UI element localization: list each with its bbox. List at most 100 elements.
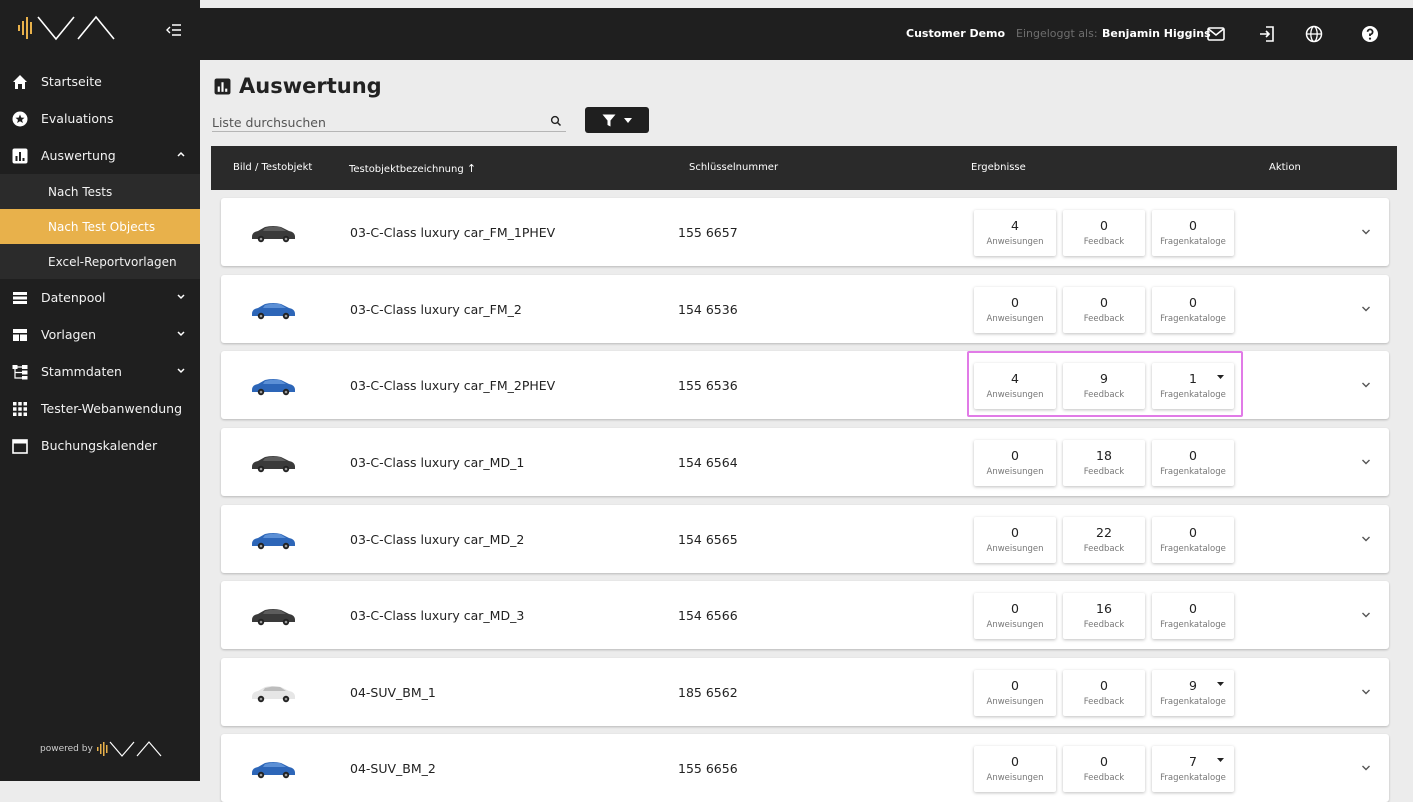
globe-icon[interactable] — [1304, 24, 1324, 44]
filter-button[interactable] — [585, 107, 649, 133]
catalogs-card[interactable]: 0 Fragenkataloge — [1152, 210, 1234, 256]
row-key: 185 6562 — [678, 685, 738, 700]
row-name: 03-C-Class luxury car_FM_2 — [350, 302, 522, 317]
sidebar-item-label: Startseite — [41, 74, 102, 89]
expand-chevron-icon[interactable] — [1361, 305, 1371, 313]
search-input[interactable] — [212, 113, 532, 132]
dropdown-caret-icon[interactable] — [1217, 682, 1224, 687]
instructions-card[interactable]: 0 Anweisungen — [974, 746, 1056, 792]
instructions-card[interactable]: 0 Anweisungen — [974, 287, 1056, 333]
feedback-card[interactable]: 0 Feedback — [1063, 210, 1145, 256]
car-thumbnail — [252, 456, 295, 473]
collapse-menu-icon[interactable] — [166, 22, 182, 38]
catalogs-count: 0 — [1189, 525, 1197, 540]
feedback-card[interactable]: 0 Feedback — [1063, 670, 1145, 716]
row-key: 154 6564 — [678, 455, 738, 470]
chevron-down-icon — [177, 331, 185, 337]
catalogs-count: 0 — [1189, 218, 1197, 233]
feedback-count: 0 — [1100, 295, 1108, 310]
column-name[interactable]: Testobjektbezeichnung ↑ — [349, 162, 476, 175]
sidebar-item-label: Auswertung — [41, 148, 116, 163]
sidebar-subitem-nach-tests[interactable]: Nach Tests — [0, 174, 200, 209]
table-row: 03-C-Class luxury car_MD_1 154 6564 0 Anw… — [221, 428, 1389, 496]
feedback-card[interactable]: 18 Feedback — [1063, 440, 1145, 486]
catalogs-card[interactable]: 0 Fragenkataloge — [1152, 517, 1234, 563]
instructions-count: 4 — [1011, 371, 1019, 386]
sidebar-item-evaluations[interactable]: Evaluations — [0, 100, 200, 137]
instructions-label: Anweisungen — [986, 544, 1044, 554]
table-header: Bild / Testobjekt Testobjektbezeichnung … — [211, 146, 1397, 190]
row-name: 03-C-Class luxury car_MD_1 — [350, 455, 525, 470]
logout-icon[interactable] — [1257, 24, 1277, 44]
sidebar-item-tester-webanwendung[interactable]: Tester-Webanwendung — [0, 390, 200, 427]
dropdown-caret-icon[interactable] — [1217, 758, 1224, 763]
user-name: Benjamin Higgins — [1102, 27, 1211, 40]
sidebar-item-vorlagen[interactable]: Vorlagen — [0, 316, 200, 353]
table-row: 03-C-Class luxury car_MD_2 154 6565 0 Anw… — [221, 505, 1389, 573]
expand-chevron-icon[interactable] — [1361, 228, 1371, 236]
sidebar-item-buchungskalender[interactable]: Buchungskalender — [0, 427, 200, 464]
sidebar-item-auswertung[interactable]: Auswertung — [0, 137, 200, 174]
sidebar-item-label: Buchungskalender — [41, 438, 158, 453]
sort-arrow-icon: ↑ — [466, 162, 477, 175]
chevron-up-icon — [177, 151, 185, 157]
instructions-label: Anweisungen — [986, 773, 1044, 783]
sidebar-item-datenpool[interactable]: Datenpool — [0, 279, 200, 316]
feedback-count: 9 — [1100, 371, 1108, 386]
home-icon — [13, 74, 27, 89]
instructions-card[interactable]: 0 Anweisungen — [974, 670, 1056, 716]
hierarchy-icon — [12, 364, 28, 379]
feedback-label: Feedback — [1083, 773, 1125, 783]
expand-chevron-icon[interactable] — [1361, 535, 1371, 543]
expand-chevron-icon[interactable] — [1361, 688, 1371, 696]
row-name: 04-SUV_BM_2 — [350, 761, 436, 776]
car-thumbnail — [252, 379, 295, 396]
car-thumbnail — [252, 303, 295, 320]
instructions-card[interactable]: 4 Anweisungen — [974, 210, 1056, 256]
feedback-count: 0 — [1100, 678, 1108, 693]
star-badge-icon — [12, 111, 28, 126]
expand-chevron-icon[interactable] — [1361, 381, 1371, 389]
catalogs-count: 0 — [1189, 448, 1197, 463]
feedback-count: 16 — [1096, 601, 1112, 616]
brand-logo-small — [96, 741, 162, 757]
car-thumbnail — [252, 762, 295, 779]
catalogs-card[interactable]: 0 Fragenkataloge — [1152, 440, 1234, 486]
feedback-card[interactable]: 0 Feedback — [1063, 287, 1145, 333]
catalogs-label: Fragenkataloge — [1160, 314, 1226, 324]
feedback-label: Feedback — [1083, 467, 1125, 477]
catalogs-card[interactable]: 9 Fragenkataloge — [1152, 670, 1234, 716]
expand-chevron-icon[interactable] — [1361, 611, 1371, 619]
mail-icon[interactable] — [1206, 24, 1226, 44]
dropdown-caret-icon[interactable] — [1217, 375, 1224, 380]
catalogs-label: Fragenkataloge — [1160, 390, 1226, 400]
sidebar-item-startseite[interactable]: Startseite — [0, 63, 200, 100]
instructions-count: 0 — [1011, 448, 1019, 463]
sidebar-subitem-excel-reportvorlagen[interactable]: Excel-Reportvorlagen — [0, 244, 200, 279]
row-name: 04-SUV_BM_1 — [350, 685, 436, 700]
row-name: 03-C-Class luxury car_MD_2 — [350, 532, 525, 547]
instructions-card[interactable]: 0 Anweisungen — [974, 440, 1056, 486]
sidebar-subitem-nach-test-objects[interactable]: Nach Test Objects — [0, 209, 200, 244]
instructions-card[interactable]: 0 Anweisungen — [974, 593, 1056, 639]
expand-chevron-icon[interactable] — [1361, 764, 1371, 772]
page-title-text: Auswertung — [239, 74, 382, 98]
feedback-card[interactable]: 0 Feedback — [1063, 746, 1145, 792]
search-icon[interactable] — [550, 115, 562, 127]
feedback-card[interactable]: 16 Feedback — [1063, 593, 1145, 639]
expand-chevron-icon[interactable] — [1361, 458, 1371, 466]
instructions-card[interactable]: 0 Anweisungen — [974, 517, 1056, 563]
table-row: 03-C-Class luxury car_FM_2 154 6536 0 Anw… — [221, 275, 1389, 343]
catalogs-label: Fragenkataloge — [1160, 773, 1226, 783]
catalogs-card[interactable]: 1 Fragenkataloge — [1152, 363, 1234, 409]
sidebar-item-stammdaten[interactable]: Stammdaten — [0, 353, 200, 390]
sidebar-subitem-label: Excel-Reportvorlagen — [48, 254, 177, 269]
powered-by-label: powered by — [40, 744, 93, 754]
feedback-card[interactable]: 9 Feedback — [1063, 363, 1145, 409]
feedback-card[interactable]: 22 Feedback — [1063, 517, 1145, 563]
catalogs-card[interactable]: 0 Fragenkataloge — [1152, 593, 1234, 639]
catalogs-card[interactable]: 7 Fragenkataloge — [1152, 746, 1234, 792]
instructions-card[interactable]: 4 Anweisungen — [974, 363, 1056, 409]
help-icon[interactable] — [1360, 24, 1380, 44]
catalogs-card[interactable]: 0 Fragenkataloge — [1152, 287, 1234, 333]
